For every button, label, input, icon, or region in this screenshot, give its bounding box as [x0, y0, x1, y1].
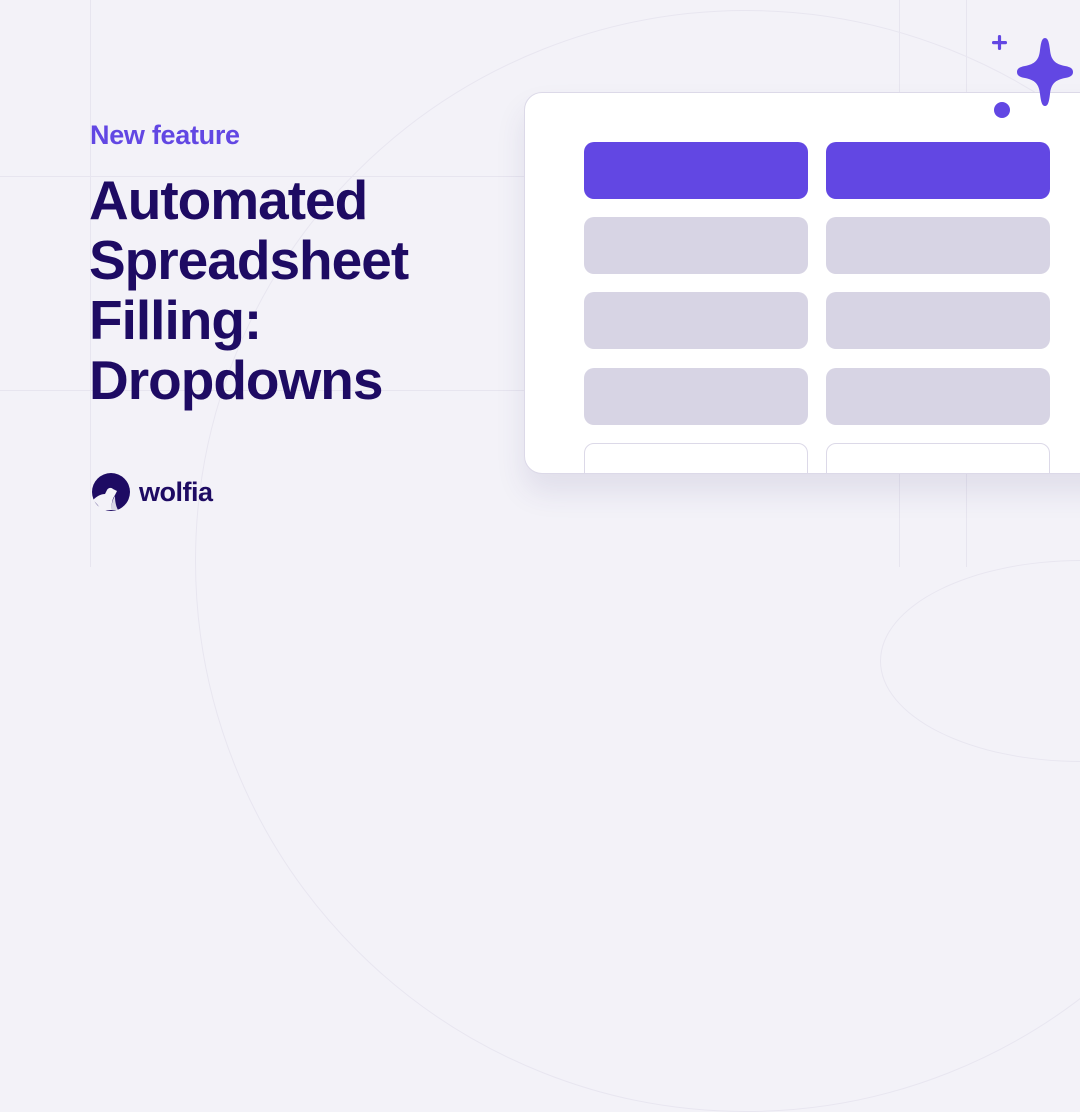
page-title: Automated Spreadsheet Filling: Dropdowns	[89, 169, 409, 411]
brand-name: wolfia	[139, 476, 213, 507]
wolf-howling-icon	[92, 473, 130, 511]
title-line: Spreadsheet	[89, 229, 409, 291]
background-arc	[880, 560, 1080, 762]
brand-logo: wolfia	[91, 472, 213, 512]
title-line: Filling:	[89, 289, 262, 351]
title-line: Dropdowns	[89, 349, 383, 411]
filled-cell	[826, 217, 1050, 274]
filled-cell	[584, 292, 808, 349]
feature-label: New feature	[90, 120, 240, 150]
empty-cell	[584, 443, 808, 473]
filled-cell	[584, 217, 808, 274]
spreadsheet-mockup	[524, 92, 1080, 474]
title-line: Automated	[89, 169, 368, 231]
filled-cell	[584, 368, 808, 425]
header-cell	[826, 142, 1050, 199]
empty-cell	[826, 443, 1050, 473]
header-cell	[584, 142, 808, 199]
sparkle-icon	[992, 35, 1073, 118]
filled-cell	[826, 368, 1050, 425]
filled-cell	[826, 292, 1050, 349]
